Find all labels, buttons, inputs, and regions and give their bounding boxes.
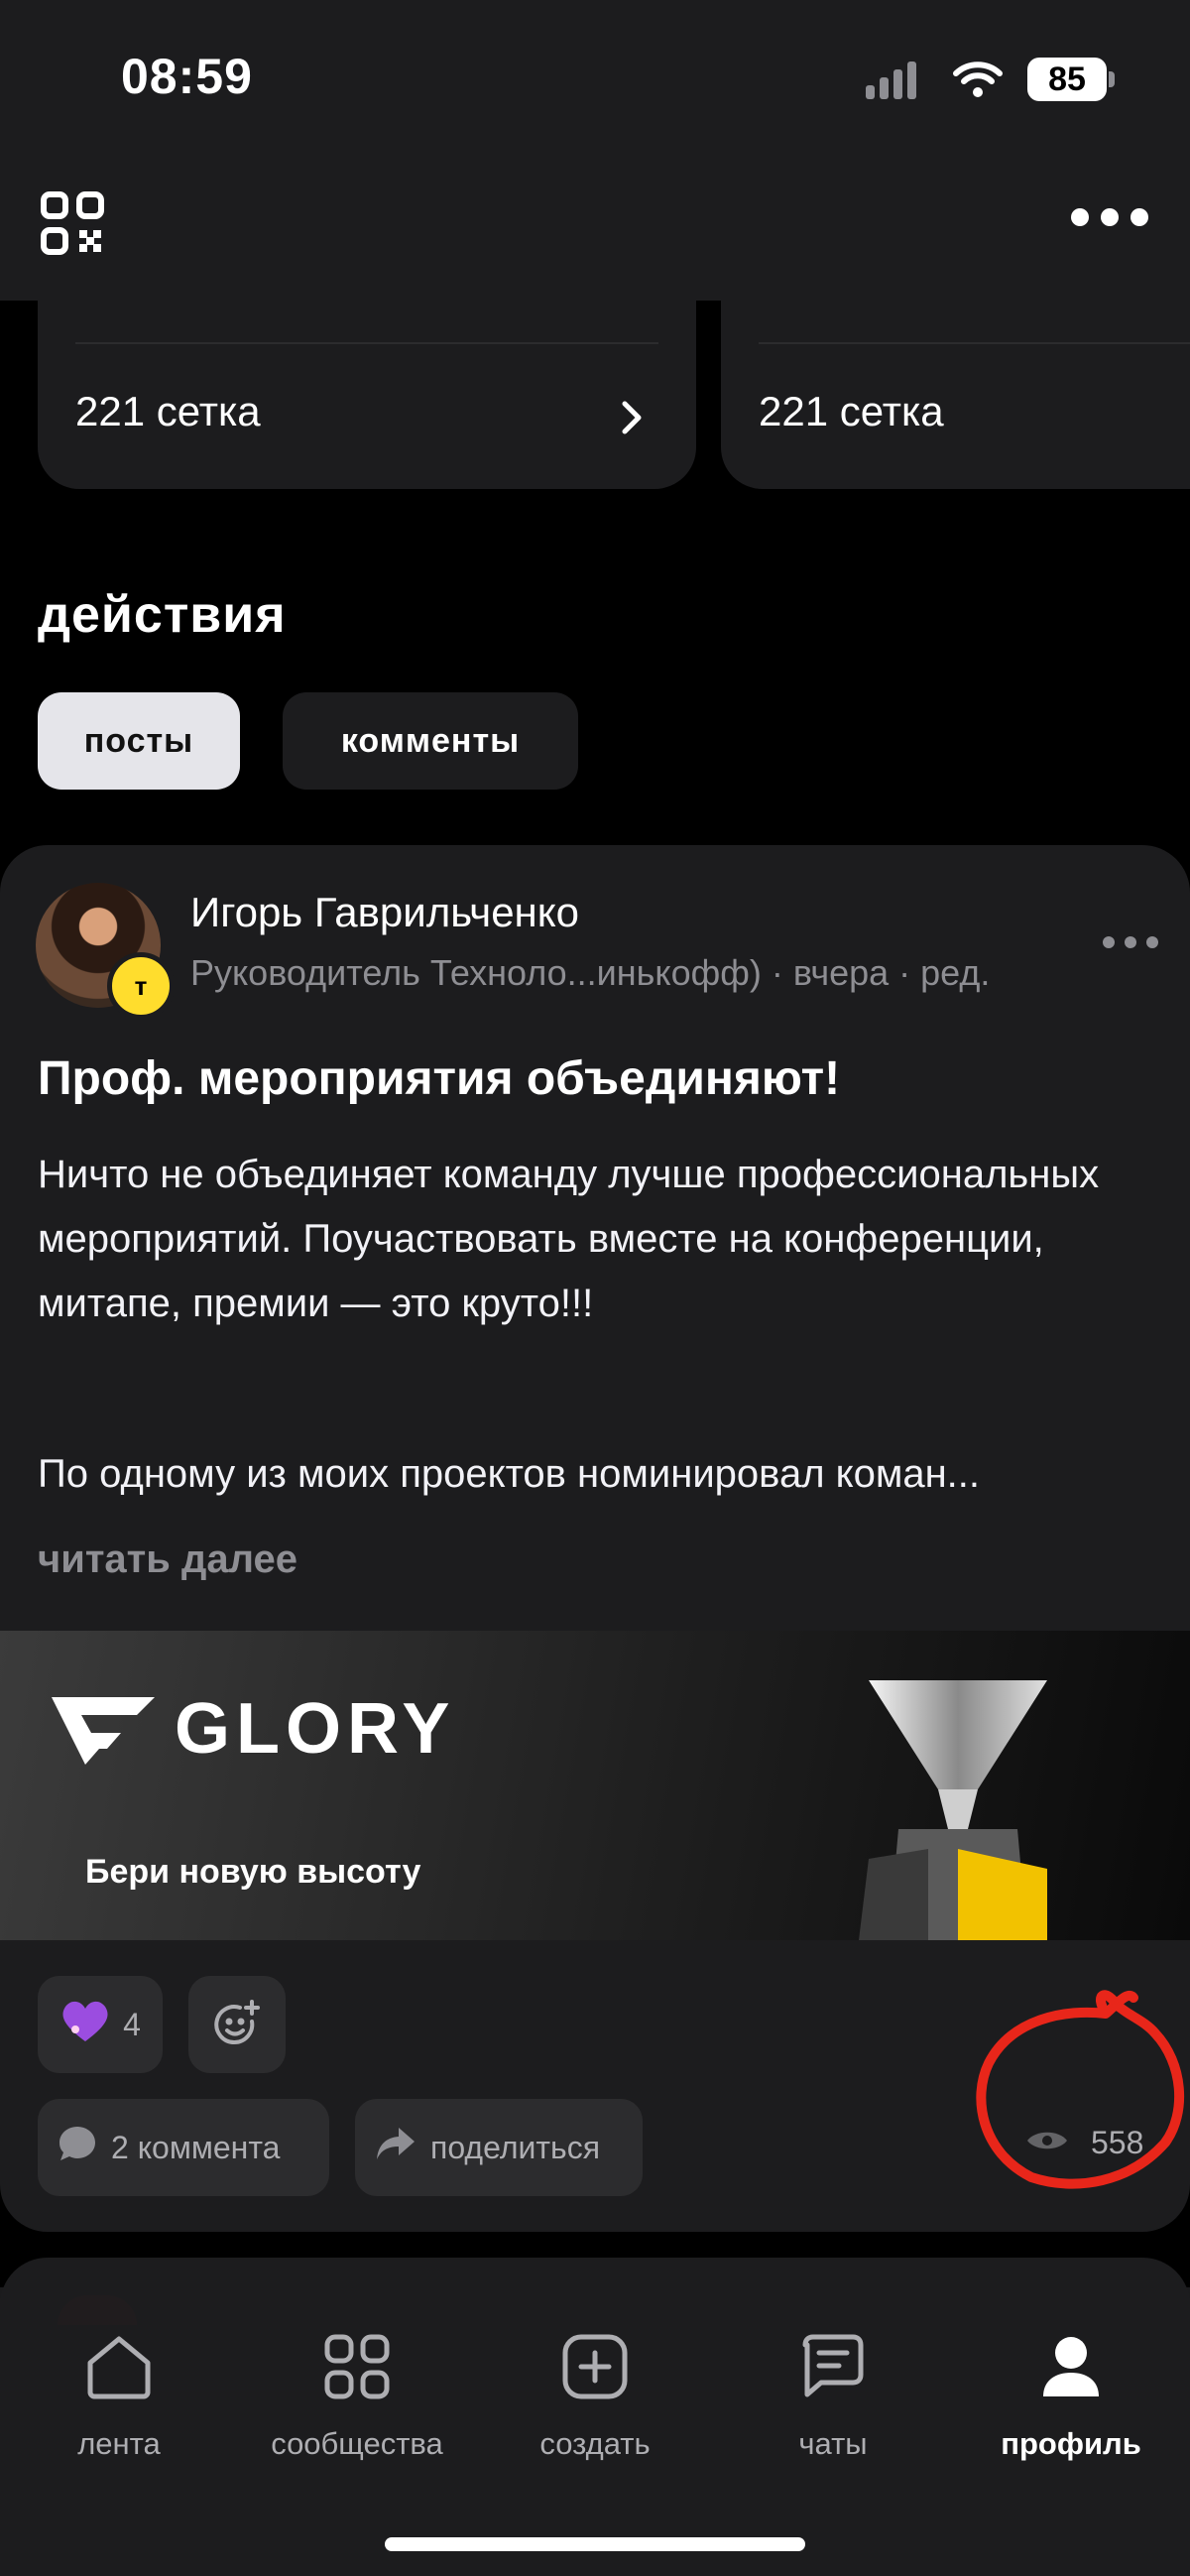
home-indicator <box>385 2537 805 2551</box>
plus-square-icon <box>561 2333 629 2408</box>
section-title: действия <box>38 586 287 644</box>
cellular-signal-icon <box>866 61 916 99</box>
post-body-continuation: По одному из моих проектов номинировал к… <box>38 1452 981 1496</box>
card-divider <box>759 342 1190 344</box>
wifi-icon <box>952 60 1004 104</box>
tab-profile[interactable]: профиль <box>952 2333 1190 2462</box>
comments-label: 2 коммента <box>111 2129 281 2165</box>
trophy-icon <box>859 1680 1057 1945</box>
tab-communities[interactable]: сообщества <box>238 2333 476 2462</box>
top-bar <box>0 159 1190 301</box>
reaction-count: 4 <box>123 2006 141 2042</box>
tab-create[interactable]: создать <box>476 2333 714 2462</box>
card-label: 221 сетка <box>759 388 944 434</box>
comments-button[interactable]: 2 коммента <box>38 2099 329 2196</box>
post-more-icon[interactable] <box>1103 936 1158 948</box>
card-label: 221 сетка <box>75 388 261 434</box>
card-divider <box>75 342 658 344</box>
post-image[interactable]: GLORY Бери новую высоту <box>0 1631 1190 1940</box>
avatar-badge: т <box>107 952 175 1020</box>
battery-icon: 85 <box>1027 58 1107 101</box>
battery-tip <box>1109 71 1115 87</box>
home-icon <box>84 2333 154 2408</box>
post-title[interactable]: Проф. мероприятия объединяют! <box>38 1051 840 1106</box>
tab-feed[interactable]: лента <box>0 2333 238 2462</box>
tab-label: создать <box>539 2426 651 2461</box>
share-icon <box>375 2126 416 2169</box>
post-author-subtitle: Руководитель Техноло...инькофф) · вчера … <box>190 952 991 993</box>
post-body: Ничто не объединяет команду лучше профес… <box>38 1153 1100 1325</box>
red-annotation-scribble <box>967 1984 1190 2197</box>
reaction-button[interactable]: 4 <box>38 1976 163 2073</box>
share-label: поделиться <box>430 2129 601 2165</box>
grid-icon <box>323 2333 391 2408</box>
tab-label: лента <box>77 2426 161 2461</box>
chat-icon <box>799 2333 867 2408</box>
qr-code-icon[interactable] <box>40 190 105 261</box>
tab-label: профиль <box>1001 2426 1141 2461</box>
heart-icon <box>60 1998 111 2051</box>
tab-label: чаты <box>798 2426 868 2461</box>
profile-icon <box>1037 2333 1105 2408</box>
comment-icon <box>58 2125 97 2170</box>
tab-posts[interactable]: посты <box>38 692 240 790</box>
share-button[interactable]: поделиться <box>355 2099 643 2196</box>
banner-logo-text: GLORY <box>175 1689 456 1769</box>
read-more-link[interactable]: читать далее <box>38 1537 298 1582</box>
banner-tagline: Бери новую высоту <box>85 1853 421 1891</box>
glory-logo: GLORY <box>52 1688 455 1770</box>
tab-chats[interactable]: чаты <box>714 2333 952 2462</box>
status-time: 08:59 <box>121 49 253 104</box>
community-card[interactable]: 221 сетка <box>38 301 696 489</box>
add-reaction-icon[interactable] <box>188 1976 286 2073</box>
chevron-right-icon <box>621 400 643 440</box>
more-options-icon[interactable] <box>1071 208 1148 226</box>
post-author[interactable]: Игорь Гаврильченко <box>190 889 579 936</box>
tab-comments[interactable]: комменты <box>283 692 578 790</box>
post-card: т Игорь Гаврильченко Руководитель Технол… <box>0 845 1190 2232</box>
tab-label: сообщества <box>271 2426 443 2461</box>
community-card[interactable]: 221 сетка <box>721 301 1190 489</box>
bottom-tab-bar: лента сообщества создать чаты профиль <box>0 2287 1190 2576</box>
